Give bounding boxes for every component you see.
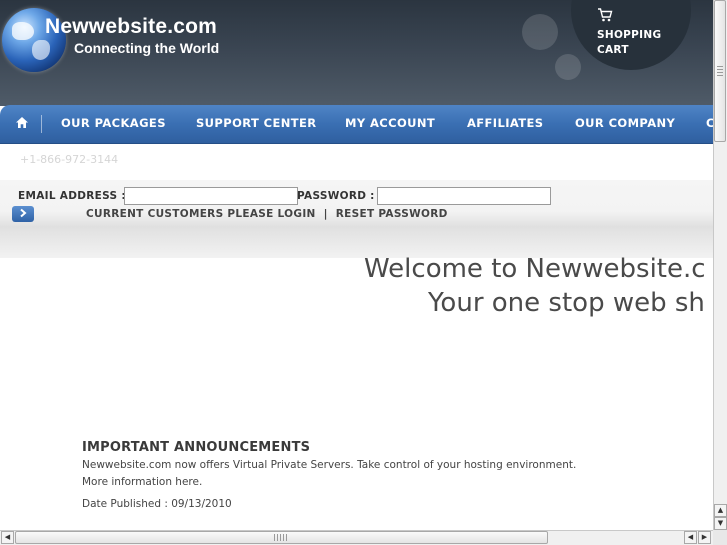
announcement-date: Date Published : 09/13/2010 [82, 498, 232, 510]
scroll-up-arrow-icon[interactable]: ▲ [714, 504, 727, 517]
more-information-link[interactable]: More information here. [82, 476, 202, 488]
login-bar: EMAIL ADDRESS : PASSWORD : CURRENT CUSTO… [0, 180, 713, 258]
brand-tagline: Connecting the World [74, 40, 220, 56]
announcements-title: IMPORTANT ANNOUNCEMENTS [82, 440, 311, 455]
scroll-grip-icon [274, 534, 288, 541]
reset-password-link[interactable]: RESET PASSWORD [336, 208, 448, 220]
page-viewport: Newwebsite.com Connecting the World SHOP… [0, 0, 713, 530]
shopping-cart-icon[interactable] [597, 8, 613, 26]
scroll-down-arrow-icon[interactable]: ▼ [714, 517, 727, 530]
nav-item-support-center[interactable]: SUPPORT CENTER [196, 116, 317, 130]
password-field[interactable] [377, 187, 551, 205]
shopping-cart-link[interactable]: SHOPPING CART [597, 28, 677, 58]
password-label: PASSWORD : [297, 190, 375, 202]
nav-item-affiliates[interactable]: AFFILIATES [467, 116, 544, 130]
login-links: CURRENT CUSTOMERS PLEASE LOGIN | RESET PAS… [86, 208, 448, 220]
nav-item-truncated[interactable]: C [706, 116, 713, 130]
decorative-bubble [555, 54, 581, 80]
customers-login-link[interactable]: CURRENT CUSTOMERS PLEASE LOGIN [86, 208, 316, 220]
email-field[interactable] [124, 187, 298, 205]
decorative-bubble [522, 14, 558, 50]
nav-item-our-company[interactable]: OUR COMPANY [575, 116, 675, 130]
welcome-heading: Welcome to Newwebsite.c [364, 254, 706, 284]
nav-divider [41, 115, 42, 133]
phone-number: +1-866-972-3144 [20, 153, 119, 166]
main-nav: OUR PACKAGES SUPPORT CENTER MY ACCOUNT A… [0, 105, 713, 144]
home-icon[interactable] [13, 116, 31, 132]
scroll-left-arrow-icon[interactable]: ◀ [684, 531, 697, 544]
site-header: Newwebsite.com Connecting the World SHOP… [0, 0, 713, 106]
scrollbar-corner [713, 530, 727, 545]
link-separator: | [323, 208, 328, 220]
scroll-right-arrow-icon[interactable]: ▶ [698, 531, 711, 544]
scroll-left-arrow-icon[interactable]: ◀ [1, 531, 14, 544]
login-submit-button[interactable] [12, 206, 34, 222]
brand-name[interactable]: Newwebsite.com [45, 15, 217, 39]
nav-item-our-packages[interactable]: OUR PACKAGES [61, 116, 166, 130]
nav-item-my-account[interactable]: MY ACCOUNT [345, 116, 435, 130]
announcement-text: Newwebsite.com now offers Virtual Privat… [82, 459, 577, 471]
email-label: EMAIL ADDRESS : [18, 190, 126, 202]
scroll-grip-icon [717, 66, 723, 76]
welcome-subheading: Your one stop web sh [428, 288, 705, 318]
chevron-right-icon [18, 207, 28, 220]
